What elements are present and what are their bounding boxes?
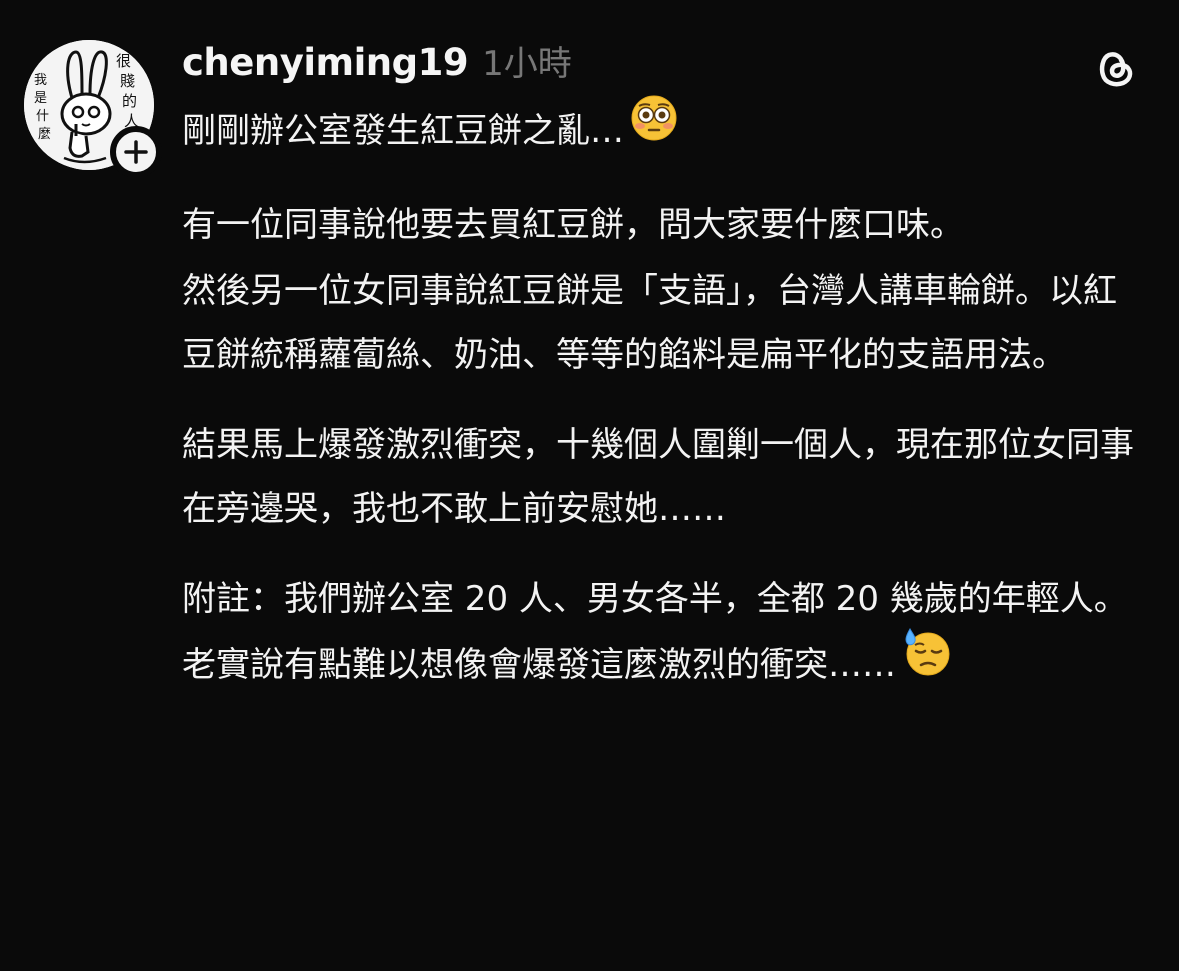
avatar-char-1: 賤 <box>120 72 135 90</box>
title-text: 剛剛辦公室發生紅豆餅之亂… <box>182 111 624 151</box>
avatar-char-2: 的 <box>122 92 137 110</box>
post-paragraph: 附註：我們辦公室 20 人、男女各半，全都 20 幾歲的年輕人。老實說有點難以想… <box>182 579 1128 685</box>
post-paragraph: 然後另一位女同事說紅豆餅是「支語」，台灣人講車輪餅。以紅豆餅統稱蘿蔔絲、奶油、等… <box>182 271 1117 375</box>
post-paragraph: 結果馬上爆發激烈衝突，十幾個人圍剿一個人，現在那位女同事在旁邊哭，我也不敢上前安… <box>182 425 1134 529</box>
avatar-char-7: 麼 <box>38 127 51 142</box>
flushed-face-emoji <box>630 94 678 163</box>
threads-icon[interactable] <box>1090 42 1140 92</box>
plus-icon <box>124 140 148 164</box>
post-paragraph-with-emoji: 附註：我們辦公室 20 人、男女各半，全都 20 幾歲的年輕人。老實說有點難以想… <box>182 567 1147 702</box>
thread-post: 很 賤 的 人 我 是 什 麼 chenyiming19 1小時 剛剛辦公室發生… <box>0 0 1179 971</box>
post-body: 剛剛辦公室發生紅豆餅之亂… 有一位同事說他要去買紅豆餅，問大家要什麼口味。 然後… <box>182 95 1147 702</box>
post-timestamp: 1小時 <box>482 44 572 84</box>
avatar-char-6: 什 <box>36 109 49 124</box>
avatar-container: 很 賤 的 人 我 是 什 麼 <box>24 40 162 178</box>
avatar-char-4: 我 <box>34 73 47 88</box>
post-title-line: 剛剛辦公室發生紅豆餅之亂… <box>182 95 1147 167</box>
follow-button[interactable] <box>110 126 162 178</box>
username-link[interactable]: chenyiming19 <box>182 41 469 84</box>
post-paragraph: 有一位同事說他要去買紅豆餅，問大家要什麼口味。 <box>182 205 964 245</box>
post-header: chenyiming19 1小時 <box>182 36 572 88</box>
avatar-char-5: 是 <box>34 91 47 106</box>
downcast-face-with-sweat-emoji <box>902 627 952 698</box>
avatar-char-0: 很 <box>116 52 131 70</box>
